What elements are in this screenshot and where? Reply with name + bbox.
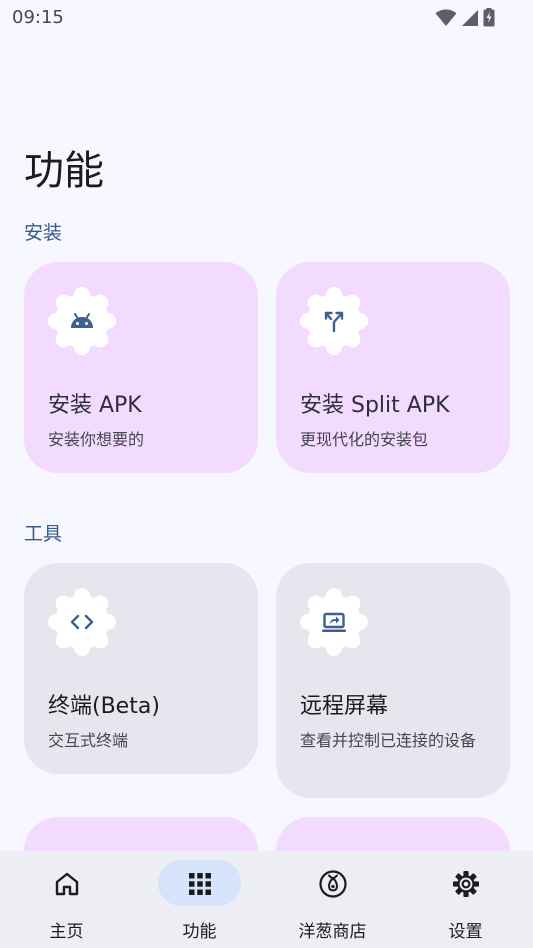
card-description: 查看并控制已连接的设备	[300, 731, 477, 750]
nav-item-onion-store[interactable]: 洋葱商店	[266, 851, 399, 948]
card-description: 更现代化的安装包	[300, 430, 429, 449]
screen: 09:15 功能 安装 安装 APK 安装你想要的 安装 Split APK 更…	[0, 0, 533, 948]
apps-grid-icon	[189, 873, 211, 895]
card-icon-badge	[300, 287, 368, 355]
onion-store-icon	[319, 870, 347, 898]
android-icon	[71, 313, 93, 328]
remote-screen-card[interactable]: 远程屏幕 查看并控制已连接的设备	[276, 563, 510, 798]
bottom-navigation: 主页 功能 洋葱商店 设置	[0, 851, 533, 948]
battery-icon	[483, 8, 495, 27]
card-title: 安装 APK	[48, 393, 142, 418]
card-description: 交互式终端	[48, 731, 129, 750]
terminal-card[interactable]: 终端(Beta) 交互式终端	[24, 563, 258, 774]
gear-icon	[453, 871, 479, 897]
nav-label: 功能	[182, 922, 217, 942]
card-icon-badge	[48, 287, 116, 355]
code-icon	[70, 614, 94, 630]
nav-label: 设置	[448, 922, 483, 942]
status-time: 09:15	[12, 7, 64, 28]
install-split-apk-card[interactable]: 安装 Split APK 更现代化的安装包	[276, 262, 510, 473]
status-bar: 09:15	[0, 0, 533, 34]
nav-label: 洋葱商店	[298, 922, 367, 942]
screen-share-icon	[322, 612, 346, 632]
home-icon	[55, 872, 79, 896]
status-icons	[435, 8, 495, 27]
nav-item-settings[interactable]: 设置	[399, 851, 532, 948]
page-title: 功能	[24, 148, 104, 194]
card-title: 终端(Beta)	[48, 694, 160, 719]
card-description: 安装你想要的	[48, 430, 145, 449]
card-icon-badge	[48, 588, 116, 656]
nav-label: 主页	[49, 922, 84, 942]
section-label-tools: 工具	[24, 523, 63, 545]
nav-item-features[interactable]: 功能	[133, 851, 266, 948]
signal-icon	[462, 9, 478, 26]
split-arrows-icon	[324, 311, 344, 333]
card-title: 远程屏幕	[300, 694, 389, 719]
card-title: 安装 Split APK	[300, 393, 450, 418]
card-icon-badge	[300, 588, 368, 656]
nav-item-home[interactable]: 主页	[0, 851, 133, 948]
install-apk-card[interactable]: 安装 APK 安装你想要的	[24, 262, 258, 473]
wifi-icon	[435, 8, 457, 26]
section-label-install: 安装	[24, 222, 63, 244]
